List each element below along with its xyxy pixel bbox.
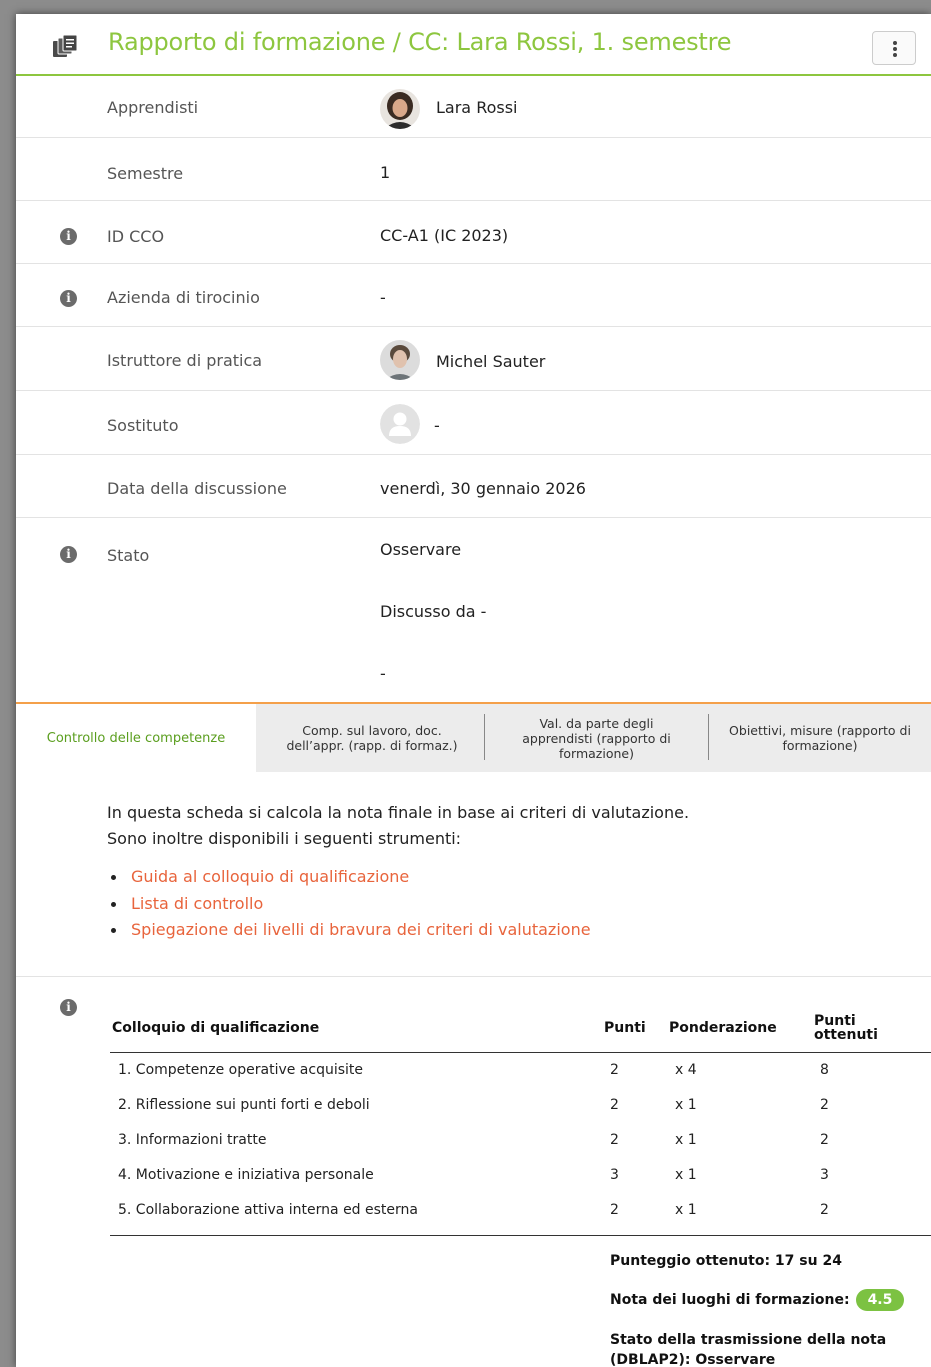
label-sostituto: Sostituto — [107, 416, 179, 435]
panel-header: Rapporto di formazione / CC: Lara Rossi,… — [16, 14, 931, 76]
table-row: 5. Collaborazione attiva interna ed este… — [118, 1202, 829, 1218]
label-data: Data della discussione — [107, 479, 287, 498]
row-azienda: i Azienda di tirocinio - — [16, 264, 931, 327]
grade-badge: 4.5 — [855, 1289, 905, 1311]
label-stato: Stato — [107, 546, 150, 565]
tab-bar: Controllo delle competenze Comp. sul lav… — [16, 702, 931, 772]
tab-comp-lavoro[interactable]: Comp. sul lavoro, doc. dell’appr. (rapp.… — [260, 704, 484, 772]
row-istruttore: Istruttore di pratica Michel Sauter — [16, 327, 931, 391]
report-panel: Rapporto di formazione / CC: Lara Rossi,… — [16, 14, 931, 1367]
more-options-button[interactable] — [872, 31, 916, 65]
intro-text: In questa scheda si calcola la nota fina… — [107, 800, 689, 852]
col-header-punti: Punti — [604, 1020, 646, 1036]
info-icon[interactable]: i — [60, 999, 77, 1016]
label-semestre: Semestre — [107, 164, 184, 183]
label-azienda: Azienda di tirocinio — [107, 288, 260, 307]
table-row: 2. Riflessione sui punti forti e deboli … — [118, 1097, 829, 1113]
info-icon[interactable]: i — [60, 290, 77, 307]
info-icon[interactable]: i — [60, 546, 77, 563]
intro-line-2: Sono inoltre disponibili i seguenti stru… — [107, 829, 462, 848]
grade-summary: Nota dei luoghi di formazione: 4.5 — [610, 1289, 905, 1311]
col-header-punti-ottenuti: Punti ottenuti — [814, 1013, 878, 1043]
table-row: 1. Competenze operative acquisite 2 x 4 … — [118, 1062, 829, 1078]
value-stato: Osservare — [380, 540, 462, 559]
value-sostituto: - — [434, 416, 440, 435]
row-semestre: Semestre 1 — [16, 138, 931, 201]
instructor-name[interactable]: Michel Sauter — [436, 352, 545, 371]
value-id-cco: CC-A1 (IC 2023) — [380, 226, 509, 245]
documents-icon — [53, 34, 78, 57]
value-azienda: - — [380, 288, 386, 307]
row-apprendisti: Apprendisti Lara Rossi — [16, 76, 931, 138]
instructor-avatar[interactable] — [380, 340, 420, 380]
col-header-ponderazione: Ponderazione — [669, 1020, 777, 1036]
value-data: venerdì, 30 gennaio 2026 — [380, 479, 586, 498]
row-data-discussione: Data della discussione venerdì, 30 genna… — [16, 455, 931, 518]
kebab-menu-icon — [893, 41, 897, 45]
value-semestre: 1 — [380, 163, 391, 182]
label-apprendisti: Apprendisti — [107, 98, 199, 117]
label-istruttore: Istruttore di pratica — [107, 351, 263, 370]
transmission-status: Stato della trasmissione della nota (DBL… — [610, 1332, 887, 1367]
table-row: 4. Motivazione e iniziativa personale 3 … — [118, 1167, 829, 1183]
apprentice-name[interactable]: Lara Rossi — [436, 98, 518, 117]
table-row: 3. Informazioni tratte 2 x 1 2 — [118, 1132, 829, 1148]
link-lista-controllo[interactable]: Lista di controllo — [107, 891, 591, 918]
row-stato: i Stato Osservare Discusso da - - — [16, 518, 931, 702]
label-id-cco: ID CCO — [107, 227, 165, 246]
score-summary: Punteggio ottenuto: 17 su 24 — [610, 1253, 842, 1269]
info-icon[interactable]: i — [60, 228, 77, 245]
apprentice-avatar[interactable] — [380, 89, 420, 129]
placeholder-avatar-icon — [380, 404, 420, 444]
intro-line-1: In questa scheda si calcola la nota fina… — [107, 803, 690, 822]
page-title: Rapporto di formazione / CC: Lara Rossi,… — [108, 28, 732, 56]
value-stato-extra: - — [380, 664, 386, 683]
tools-list: Guida al colloquio di qualificazione Lis… — [107, 864, 591, 944]
link-guida-colloquio[interactable]: Guida al colloquio di qualificazione — [107, 864, 591, 891]
grade-label: Nota dei luoghi di formazione: — [610, 1292, 850, 1308]
tab-controllo-competenze[interactable]: Controllo delle competenze — [16, 704, 256, 772]
row-sostituto: Sostituto - — [16, 391, 931, 455]
tab-val-apprendisti[interactable]: Val. da parte degli apprendisti (rapport… — [485, 704, 708, 772]
link-spiegazione-livelli[interactable]: Spiegazione dei livelli di bravura dei c… — [107, 917, 591, 944]
tab-obiettivi-misure[interactable]: Obiettivi, misure (rapporto di formazion… — [709, 704, 931, 772]
row-id-cco: i ID CCO CC-A1 (IC 2023) — [16, 201, 931, 264]
value-discussed-by: Discusso da - — [380, 602, 487, 621]
col-header-colloquio: Colloquio di qualificazione — [112, 1020, 320, 1036]
